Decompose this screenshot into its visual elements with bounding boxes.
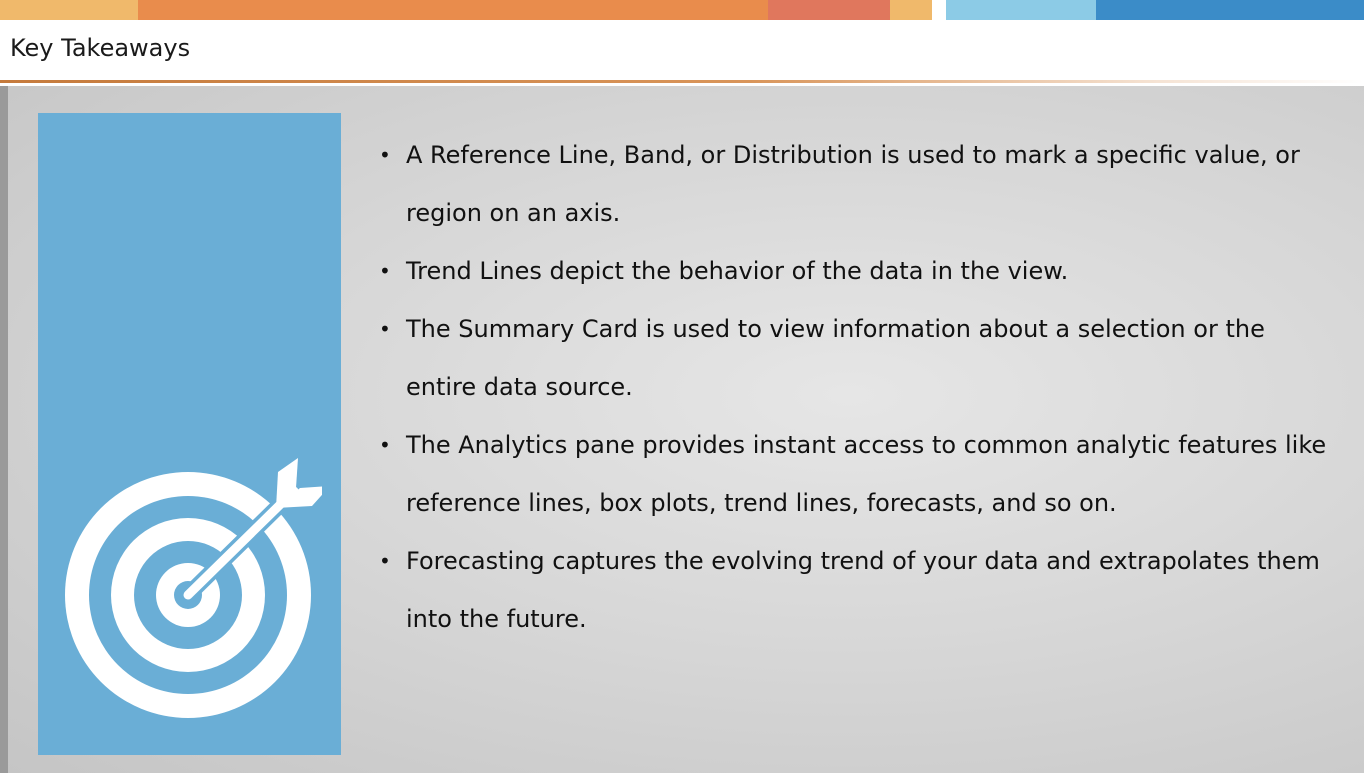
top-bar-segment [1096, 0, 1364, 20]
top-color-bar [0, 0, 1364, 20]
top-bar-segment [138, 0, 768, 20]
top-bar-segment [0, 0, 138, 20]
top-bar-segment [890, 0, 932, 20]
list-item: The Analytics pane provides instant acce… [372, 416, 1332, 532]
top-bar-segment [946, 0, 1096, 20]
top-bar-segment [932, 0, 946, 20]
icon-panel [38, 113, 341, 755]
slide-title: Key Takeaways [10, 34, 191, 62]
takeaways-list: A Reference Line, Band, or Distribution … [372, 126, 1332, 648]
header-divider [0, 80, 1364, 83]
top-bar-segment [768, 0, 890, 20]
list-item: Trend Lines depict the behavior of the d… [372, 242, 1332, 300]
list-item: The Summary Card is used to view informa… [372, 300, 1332, 416]
list-item: A Reference Line, Band, or Distribution … [372, 126, 1332, 242]
slide-header: Key Takeaways [0, 20, 1364, 80]
target-with-arrow-icon [65, 458, 322, 718]
list-item: Forecasting captures the evolving trend … [372, 532, 1332, 648]
